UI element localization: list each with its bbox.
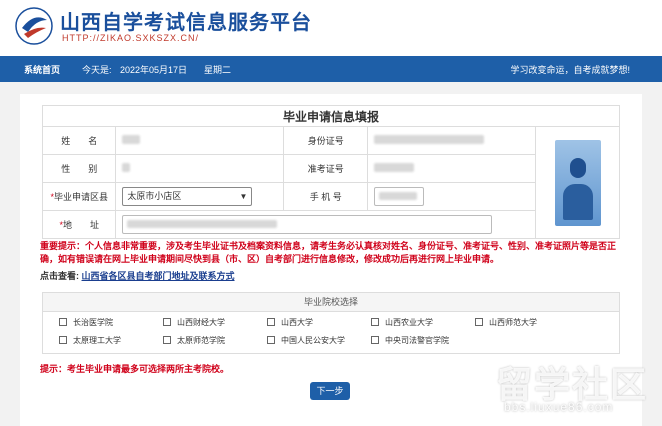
school-option[interactable]: 太原理工大学 bbox=[59, 335, 121, 346]
checkbox[interactable] bbox=[475, 318, 483, 326]
nav-date: 2022年05月17日 bbox=[120, 65, 188, 75]
exam-no-label: 准考证号 bbox=[283, 154, 369, 183]
photo-cell bbox=[535, 126, 620, 239]
gender-label: 性 别 bbox=[41, 154, 117, 183]
name-label: 姓 名 bbox=[41, 126, 117, 155]
region-select-value: 太原市小店区 bbox=[127, 191, 182, 201]
nav-today-label: 今天是: bbox=[82, 65, 112, 75]
nav-weekday: 星期二 bbox=[204, 65, 232, 75]
check-label: 点击查看: bbox=[40, 271, 79, 281]
phone-label: 手 机 号 bbox=[283, 182, 369, 211]
office-address-link[interactable]: 山西省各区县自考部门地址及联系方式 bbox=[82, 271, 235, 281]
checkbox[interactable] bbox=[163, 336, 171, 344]
application-form: 毕业申请信息填报 姓 名 身份证号 性 别 准考证号 毕业申请区县 bbox=[41, 105, 620, 239]
checkbox[interactable] bbox=[267, 336, 275, 344]
school-option[interactable]: 长治医学院 bbox=[59, 317, 113, 328]
gender-value bbox=[115, 154, 285, 183]
site-title: 山西自学考试信息服务平台 bbox=[60, 12, 312, 34]
id-label: 身份证号 bbox=[283, 126, 369, 155]
school-heading: 毕业院校选择 bbox=[43, 293, 619, 312]
next-step-button[interactable]: 下一步 bbox=[310, 382, 350, 400]
candidate-photo bbox=[554, 139, 601, 226]
region-select[interactable]: 太原市小店区 ▼ bbox=[122, 187, 253, 206]
exam-no-value bbox=[367, 154, 537, 183]
important-notice: 重要提示：个人信息非常重要，涉及考生毕业证书及档案资料信息，请考生务必认真核对姓… bbox=[40, 241, 617, 264]
region-cell: 太原市小店区 ▼ bbox=[115, 182, 285, 211]
nav-slogan: 学习改变命运，自考成就梦想! bbox=[510, 65, 630, 75]
checkbox[interactable] bbox=[267, 318, 275, 326]
school-option[interactable]: 山西大学 bbox=[267, 317, 313, 328]
selection-tip: 提示：考生毕业申请最多可选择两所主考院校。 bbox=[40, 364, 230, 374]
phone-input[interactable] bbox=[374, 187, 425, 206]
checkbox[interactable] bbox=[371, 336, 379, 344]
form-title: 毕业申请信息填报 bbox=[42, 105, 620, 127]
address-cell bbox=[115, 210, 537, 239]
site-url[interactable]: HTTP://ZIKAO.SXKSZX.CN/ bbox=[62, 33, 199, 43]
school-option[interactable]: 太原师范学院 bbox=[163, 335, 225, 346]
id-value bbox=[367, 126, 537, 155]
address-label: 地 址 bbox=[41, 210, 117, 239]
checkbox[interactable] bbox=[59, 318, 67, 326]
site-logo-icon bbox=[15, 7, 53, 45]
school-option[interactable]: 山西师范大学 bbox=[475, 317, 537, 328]
phone-cell bbox=[367, 182, 537, 211]
chevron-down-icon: ▼ bbox=[239, 192, 248, 201]
top-nav: 系统首页 今天是: 2022年05月17日 星期二 学习改变命运，自考成就梦想! bbox=[0, 56, 662, 82]
school-option[interactable]: 山西农业大学 bbox=[371, 317, 433, 328]
watermark-url: bbs.liuxue86.com bbox=[504, 400, 614, 414]
name-value bbox=[115, 126, 285, 155]
school-option[interactable]: 中国人民公安大学 bbox=[267, 335, 345, 346]
school-selection: 毕业院校选择 长治医学院 山西财经大学 山西大学 山西农业大学 山西师范大学 太… bbox=[42, 292, 620, 354]
school-grid: 长治医学院 山西财经大学 山西大学 山西农业大学 山西师范大学 太原理工大学 太… bbox=[43, 312, 619, 354]
region-label: 毕业申请区县 bbox=[41, 182, 117, 211]
nav-home-link[interactable]: 系统首页 bbox=[24, 63, 60, 76]
checkbox[interactable] bbox=[371, 318, 379, 326]
check-line: 点击查看: 山西省各区县自考部门地址及联系方式 bbox=[40, 269, 235, 282]
address-input[interactable] bbox=[122, 215, 493, 234]
checkbox[interactable] bbox=[59, 336, 67, 344]
site-header: 山西自学考试信息服务平台 HTTP://ZIKAO.SXKSZX.CN/ bbox=[0, 0, 662, 56]
school-option[interactable]: 中央司法警官学院 bbox=[371, 335, 449, 346]
school-option[interactable]: 山西财经大学 bbox=[163, 317, 225, 328]
checkbox[interactable] bbox=[163, 318, 171, 326]
